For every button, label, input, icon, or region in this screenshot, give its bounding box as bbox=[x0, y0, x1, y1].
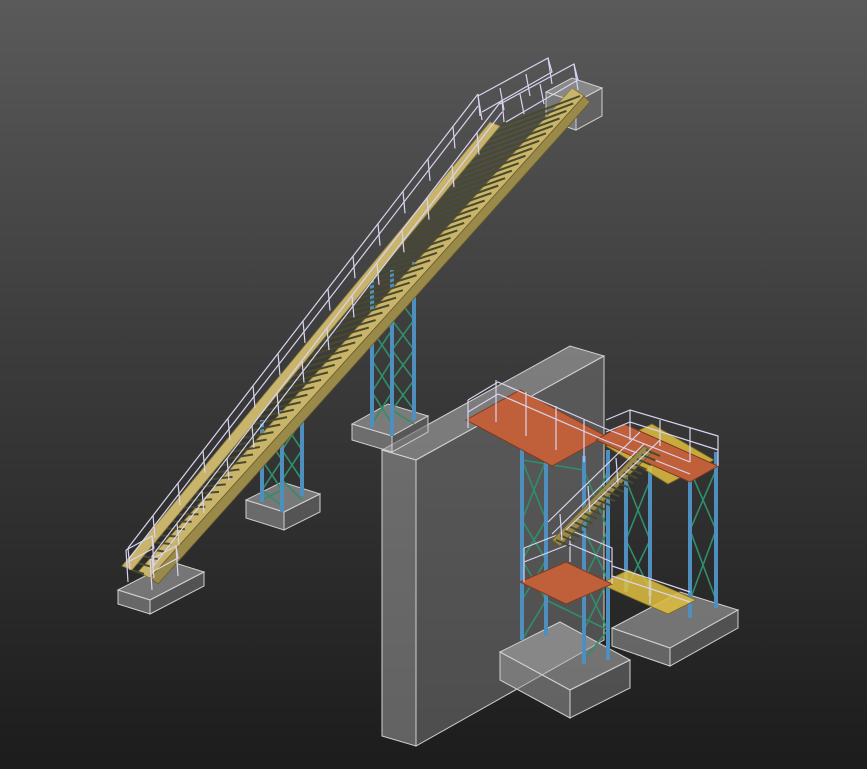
stair-tread bbox=[189, 498, 213, 502]
structure-scene bbox=[116, 57, 740, 747]
wall-front-face bbox=[381, 449, 417, 747]
3d-model-viewport[interactable] bbox=[0, 0, 867, 769]
stair-tread bbox=[183, 505, 206, 509]
